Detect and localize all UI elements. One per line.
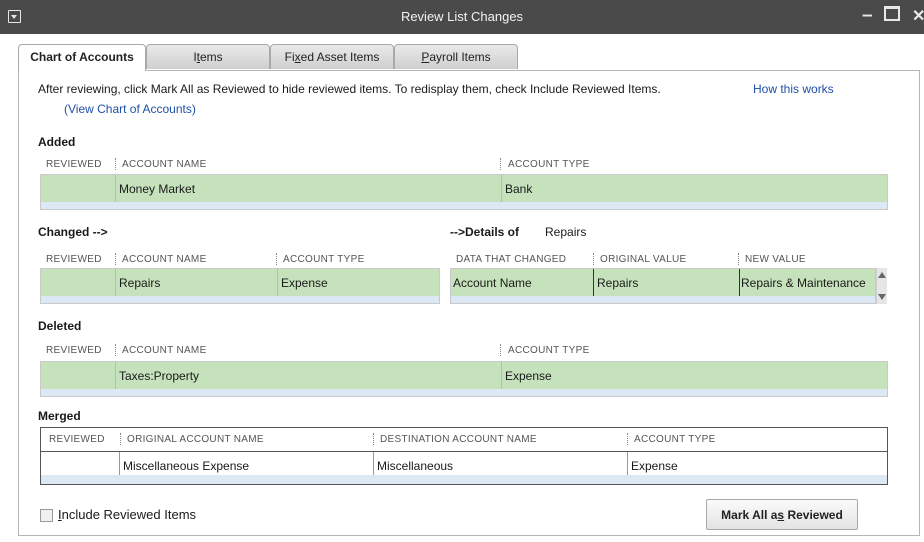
data-changed-cell: Account Name [453, 276, 532, 290]
close-icon[interactable]: ✕ [912, 5, 924, 29]
details-scrollbar[interactable] [876, 268, 887, 304]
header-divider [373, 433, 375, 445]
merged-header-original-account-name: ORIGINAL ACCOUNT NAME [127, 434, 264, 445]
include-reviewed-label[interactable]: Include Reviewed Items [58, 507, 196, 522]
header-divider [115, 253, 117, 265]
maximize-icon[interactable] [884, 6, 900, 21]
added-header-account-name: ACCOUNT NAME [122, 159, 207, 170]
table-row[interactable]: Taxes:Property Expense [41, 362, 887, 389]
title-bar: Review List Changes – ✕ [0, 0, 924, 34]
account-name-cell: Taxes:Property [119, 369, 200, 383]
merged-header-destination-account-name: DESTINATION ACCOUNT NAME [380, 434, 537, 445]
details-header-new-value: NEW VALUE [745, 254, 806, 265]
header-divider [593, 253, 595, 265]
include-reviewed-checkbox[interactable] [40, 509, 53, 522]
deleted-header-account-name: ACCOUNT NAME [122, 345, 207, 356]
how-this-works-link[interactable]: How this works [753, 82, 834, 96]
tab-chart-of-accounts[interactable]: Chart of Accounts [18, 44, 146, 71]
added-header-account-type: ACCOUNT TYPE [508, 159, 590, 170]
table-row[interactable]: Repairs Expense [41, 269, 439, 296]
minimize-icon[interactable]: – [862, 4, 873, 28]
changed-header-account-name: ACCOUNT NAME [122, 254, 207, 265]
details-of-value: Repairs [545, 225, 587, 239]
header-divider [738, 253, 740, 265]
deleted-label: Deleted [38, 319, 82, 333]
deleted-grid: Taxes:Property Expense [40, 361, 888, 397]
added-label: Added [38, 135, 76, 149]
table-row[interactable]: Account Name Repairs Repairs & Maintenan… [451, 269, 875, 296]
original-value-cell: Repairs [597, 276, 639, 290]
account-name-cell: Repairs [119, 276, 161, 290]
merged-label: Merged [38, 409, 81, 423]
mark-all-reviewed-button[interactable]: Mark All as Reviewed [706, 499, 858, 530]
new-value-cell: Repairs & Maintenance [741, 276, 866, 290]
scroll-down-icon[interactable] [878, 294, 886, 300]
header-divider [500, 344, 502, 356]
header-divider [115, 158, 117, 170]
tab-items[interactable]: Items [146, 44, 270, 69]
added-grid: Money Market Bank [40, 174, 888, 210]
details-header-data-changed: DATA THAT CHANGED [456, 254, 567, 265]
details-of-label: -->Details of [450, 225, 520, 239]
header-divider [500, 158, 502, 170]
instructions-text: After reviewing, click Mark All as Revie… [38, 82, 661, 96]
added-header-reviewed: REVIEWED [46, 159, 102, 170]
account-name-cell: Money Market [119, 182, 196, 196]
merged-header-account-type: ACCOUNT TYPE [634, 434, 716, 445]
original-account-cell: Miscellaneous Expense [123, 459, 250, 473]
account-type-cell: Expense [631, 459, 678, 473]
table-row[interactable]: Money Market Bank [41, 175, 887, 202]
tab-payroll-items[interactable]: Payroll Items [394, 44, 518, 69]
scroll-up-icon[interactable] [878, 272, 886, 278]
merged-header-reviewed: REVIEWED [49, 434, 105, 445]
details-header-original-value: ORIGINAL VALUE [600, 254, 687, 265]
header-divider [115, 344, 117, 356]
tab-fixed-asset-items[interactable]: Fixed Asset Items [270, 44, 394, 69]
changed-label: Changed --> [38, 225, 108, 239]
changed-header-account-type: ACCOUNT TYPE [283, 254, 365, 265]
tab-bar: Chart of Accounts Items Fixed Asset Item… [18, 44, 918, 71]
details-grid: Account Name Repairs Repairs & Maintenan… [450, 268, 876, 304]
account-type-cell: Bank [505, 182, 533, 196]
header-divider [276, 253, 278, 265]
deleted-header-reviewed: REVIEWED [46, 345, 102, 356]
merged-grid: REVIEWED ORIGINAL ACCOUNT NAME DESTINATI… [40, 427, 888, 485]
window-title: Review List Changes [400, 9, 524, 24]
deleted-header-account-type: ACCOUNT TYPE [508, 345, 590, 356]
changed-header-reviewed: REVIEWED [46, 254, 102, 265]
changed-grid: Repairs Expense [40, 268, 440, 304]
header-divider [627, 433, 629, 445]
account-type-cell: Expense [281, 276, 328, 290]
destination-account-cell: Miscellaneous [377, 459, 454, 473]
merged-header-row: REVIEWED ORIGINAL ACCOUNT NAME DESTINATI… [41, 428, 887, 452]
account-type-cell: Expense [505, 369, 552, 383]
view-chart-of-accounts-link[interactable]: (View Chart of Accounts) [64, 102, 196, 116]
header-divider [120, 433, 122, 445]
